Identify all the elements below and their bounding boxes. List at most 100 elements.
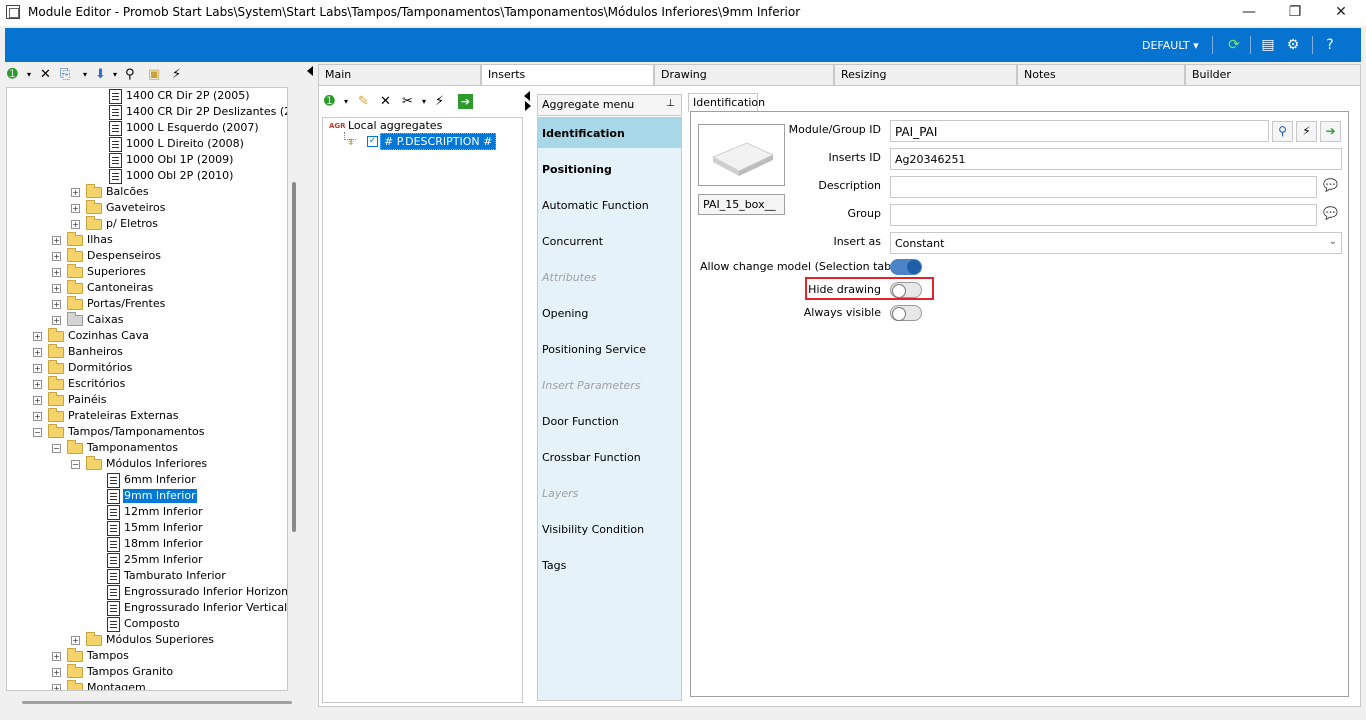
folder-icon [86, 200, 102, 214]
expand-toggle-icon[interactable]: + [52, 652, 61, 661]
tree-node-label: 1000 L Direito (2008) [126, 137, 244, 150]
expand-toggle-icon[interactable]: − [71, 460, 80, 469]
collapse-left-icon[interactable] [307, 66, 313, 76]
translate-icon[interactable]: 💬 [1320, 204, 1341, 225]
aggregate-menu-item[interactable]: Door Function [538, 406, 681, 436]
back-arrow-icon[interactable]: ➊ [324, 94, 335, 110]
tree-vertical-scrollbar[interactable] [292, 182, 296, 532]
expand-toggle-icon[interactable]: + [33, 348, 42, 357]
folder-search-icon[interactable]: ▣ [148, 67, 160, 83]
insert-as-label: Insert as [833, 235, 881, 248]
chevron-down-icon[interactable]: ▾ [83, 67, 87, 83]
description-field[interactable] [890, 176, 1317, 198]
insert-as-select[interactable]: Constant ⌄ [890, 232, 1342, 254]
chevron-down-icon[interactable]: ▾ [27, 67, 31, 83]
help-icon[interactable]: ? [1320, 36, 1340, 54]
expand-toggle-icon[interactable]: + [52, 284, 61, 293]
expand-toggle-icon[interactable]: + [71, 220, 80, 229]
always-visible-label: Always visible [803, 306, 881, 319]
tree-horizontal-scrollbar[interactable] [22, 701, 292, 704]
delete-icon[interactable]: ✕ [40, 67, 51, 83]
go-icon[interactable]: ➔ [458, 94, 473, 109]
aggregate-menu-item[interactable]: Identification [538, 118, 681, 148]
translate-icon[interactable]: 💬 [1320, 176, 1341, 197]
back-arrow-icon[interactable]: ➊ [7, 67, 18, 83]
expand-toggle-icon[interactable]: + [52, 668, 61, 677]
tab-main[interactable]: Main [318, 64, 481, 85]
profile-dropdown[interactable]: DEFAULT ▾ [1142, 39, 1199, 52]
aggregate-item[interactable]: # P.DESCRIPTION # [380, 133, 497, 150]
expand-toggle-icon[interactable]: + [71, 188, 80, 197]
chevron-down-icon[interactable]: ▾ [113, 67, 117, 83]
run-icon[interactable]: ⚡ [1296, 121, 1317, 142]
expand-toggle-icon[interactable]: − [52, 444, 61, 453]
copy-icon[interactable]: ⎘ [60, 67, 70, 83]
search-icon[interactable]: ⚲ [1272, 121, 1293, 142]
pin-icon[interactable]: ⊥ [666, 98, 675, 109]
restore-button[interactable]: ❐ [1272, 0, 1318, 26]
expand-toggle-icon[interactable]: + [52, 252, 61, 261]
aggregate-menu-item[interactable]: Opening [538, 298, 681, 328]
chevron-down-icon[interactable]: ▾ [422, 94, 426, 110]
expand-toggle-icon[interactable]: + [33, 364, 42, 373]
expand-toggle-icon[interactable]: − [33, 428, 42, 437]
delete-icon[interactable]: ✕ [380, 94, 391, 110]
cut-icon[interactable]: ✂ [402, 94, 413, 110]
expand-toggle-icon[interactable]: + [52, 268, 61, 277]
toolbar-divider [1250, 36, 1251, 54]
module-tree[interactable]: 1400 CR Dir 2P (2005) 1400 CR Dir 2P Desl… [6, 87, 288, 691]
tab-identification[interactable]: Identification [688, 93, 765, 112]
folder-icon [67, 264, 83, 278]
expand-toggle-icon[interactable]: + [33, 412, 42, 421]
tab-resizing[interactable]: Resizing [834, 64, 1017, 85]
folder-icon [86, 184, 102, 198]
expand-right-icon[interactable] [525, 101, 531, 111]
move-down-icon[interactable]: ⬇ [95, 67, 106, 83]
aggregate-checkbox[interactable]: ✓ [367, 136, 378, 147]
expand-toggle-icon[interactable]: + [52, 300, 61, 309]
aggregate-menu-item[interactable]: Visibility Condition [538, 514, 681, 544]
go-icon[interactable]: ➔ [1320, 121, 1341, 142]
new-insert-icon[interactable]: ✎ [358, 94, 369, 110]
run-icon[interactable]: ⚡ [172, 67, 181, 83]
collapse-left-icon[interactable] [524, 91, 530, 101]
expand-toggle-icon[interactable]: + [71, 636, 80, 645]
group-field[interactable] [890, 204, 1317, 226]
aggregate-menu-item[interactable]: Crossbar Function [538, 442, 681, 472]
expand-toggle-icon[interactable]: + [52, 316, 61, 325]
aggregate-menu-item[interactable]: Positioning [538, 154, 681, 184]
aggregate-menu-item[interactable]: Concurrent [538, 226, 681, 256]
inserts-id-field[interactable]: Ag20346251 [890, 148, 1342, 170]
tab-notes[interactable]: Notes [1017, 64, 1185, 85]
run-icon[interactable]: ⚡ [435, 94, 444, 110]
aggregate-menu-item[interactable]: Tags [538, 550, 681, 580]
tab-drawing[interactable]: Drawing [654, 64, 834, 85]
expand-toggle-icon[interactable]: + [52, 236, 61, 245]
local-aggregates-label[interactable]: Local aggregates [348, 119, 442, 132]
chevron-down-icon[interactable]: ▾ [344, 94, 348, 110]
expand-toggle-icon[interactable]: + [33, 396, 42, 405]
tree-node-label: Escritórios [68, 377, 126, 390]
module-group-id-field[interactable]: PAI_PAI [890, 120, 1269, 142]
allow-change-toggle[interactable] [890, 259, 922, 275]
expand-toggle-icon[interactable]: + [33, 332, 42, 341]
tab-builder[interactable]: Builder [1185, 64, 1361, 85]
expand-toggle-icon[interactable]: + [71, 204, 80, 213]
settings-icon[interactable]: ⚙ [1283, 36, 1303, 54]
tree-node-label: Montagem [87, 681, 146, 691]
minimize-button[interactable]: — [1226, 0, 1272, 26]
document-icon [109, 153, 122, 168]
close-button[interactable]: ✕ [1318, 0, 1364, 26]
aggregate-menu-item[interactable]: Positioning Service [538, 334, 681, 364]
profile-label: DEFAULT [1142, 39, 1190, 52]
tree-node-label: Dormitórios [68, 361, 133, 374]
refresh-icon[interactable]: ⟳ [1224, 36, 1244, 54]
aggregate-menu-item[interactable]: Automatic Function [538, 190, 681, 220]
layout-icon[interactable]: ▤ [1258, 36, 1278, 54]
aggregates-tree[interactable]: AGR Local aggregates ⩨ ✓ # P.DESCRIPTION… [322, 117, 523, 703]
expand-toggle-icon[interactable]: + [52, 684, 61, 690]
search-icon[interactable]: ⚲ [125, 67, 135, 83]
tab-inserts[interactable]: Inserts [481, 64, 654, 86]
always-visible-toggle[interactable] [890, 305, 922, 321]
expand-toggle-icon[interactable]: + [33, 380, 42, 389]
